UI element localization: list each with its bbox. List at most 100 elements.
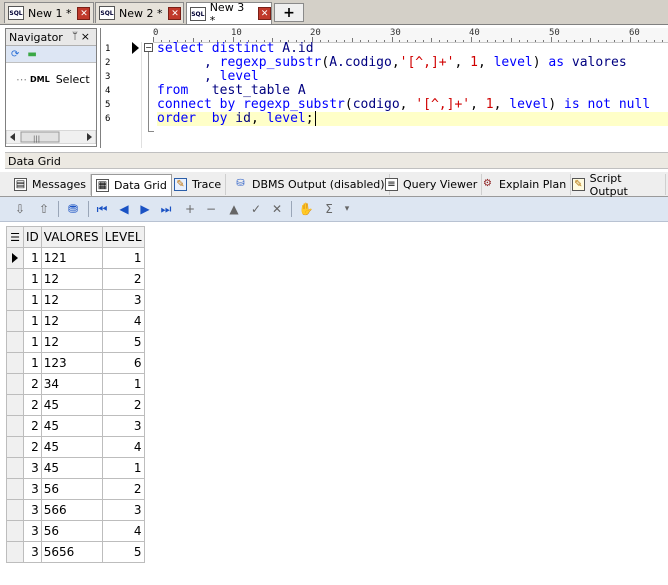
sql-code[interactable]: select distinct A.id , regexp_substr(A.c… [157,42,668,162]
tab-new-2[interactable]: SQL New 2 * ✕ [95,2,184,23]
refresh-icon[interactable]: ⟳ [11,49,19,60]
last-record-icon[interactable]: ⏭ [158,201,174,217]
cell-valores[interactable]: 123 [40,352,103,374]
row-indicator[interactable] [6,436,24,458]
tab-new-3[interactable]: SQL New 3 * ✕ [186,1,272,27]
cell-id[interactable]: 3 [23,478,42,500]
table-row[interactable]: 3 45 1 [6,457,145,479]
table-row[interactable]: 1 121 1 [6,247,145,269]
cell-valores[interactable]: 121 [40,247,103,269]
row-indicator[interactable] [6,520,24,542]
cell-level[interactable]: 1 [101,247,145,269]
cell-level[interactable]: 3 [101,415,145,437]
row-indicator[interactable] [6,415,24,437]
table-row[interactable]: 1 12 4 [6,310,145,332]
next-record-icon[interactable]: ▶ [137,201,153,217]
result-grid[interactable]: ☰ ID VALORES LEVEL 1 121 1 1 12 2 1 12 3 1 12 4 1 12 5… [6,226,145,563]
cell-level[interactable]: 5 [101,331,145,353]
cell-valores[interactable]: 566 [40,499,103,521]
new-tab-button[interactable]: + [274,3,304,22]
tab-messages[interactable]: ▤ Messages [10,174,91,195]
tab-query-viewer[interactable]: ≡ Query Viewer [381,174,483,195]
cell-level[interactable]: 6 [101,352,145,374]
cell-valores[interactable]: 12 [40,310,103,332]
tab-explain-plan[interactable]: ⚙ Explain Plan [477,174,572,195]
table-row[interactable]: 3 566 3 [6,499,145,521]
tab-dbms-output[interactable]: ⛁ DBMS Output (disabled) [230,174,390,195]
row-indicator[interactable] [6,268,24,290]
cell-id[interactable]: 1 [23,268,42,290]
cell-id[interactable]: 2 [23,415,42,437]
cell-valores[interactable]: 56 [40,520,103,542]
row-indicator[interactable] [6,310,24,332]
row-indicator[interactable] [6,373,24,395]
row-indicator[interactable] [6,247,24,269]
close-icon[interactable]: ✕ [168,6,182,20]
cell-id[interactable]: 1 [23,289,42,311]
close-icon[interactable]: ✕ [258,7,272,20]
dropdown-icon[interactable]: ▾ [339,201,355,217]
first-record-icon[interactable]: ⏮ [94,201,110,217]
cell-valores[interactable]: 12 [40,331,103,353]
cell-level[interactable]: 2 [101,268,145,290]
row-indicator[interactable] [6,478,24,500]
table-row[interactable]: 2 45 4 [6,436,145,458]
tab-new-1[interactable]: SQL New 1 * ✕ [4,2,94,23]
cell-valores[interactable]: 5656 [40,541,103,563]
row-indicator[interactable] [6,541,24,563]
cell-level[interactable]: 4 [101,436,145,458]
insert-record-icon[interactable]: + [182,201,198,217]
cell-id[interactable]: 3 [23,541,42,563]
edit-record-icon[interactable]: ▲ [226,201,242,217]
hand-icon[interactable]: ✋ [298,201,314,217]
table-row[interactable]: 2 34 1 [6,373,145,395]
cell-valores[interactable]: 56 [40,478,103,500]
row-indicator[interactable] [6,331,24,353]
table-row[interactable]: 3 5656 5 [6,541,145,563]
close-icon[interactable]: ✕ [77,6,91,20]
cell-id[interactable]: 2 [23,373,42,395]
cell-level[interactable]: 4 [101,310,145,332]
navigator-horizontal-scrollbar[interactable]: ||| [6,130,96,144]
cell-id[interactable]: 1 [23,352,42,374]
cell-level[interactable]: 2 [101,478,145,500]
cell-valores[interactable]: 45 [40,457,103,479]
export-icon[interactable]: ⇧ [36,201,52,217]
data-grid-options-icon[interactable]: ⛃ [65,201,81,217]
column-header-id[interactable]: ID [23,226,42,248]
cell-level[interactable]: 3 [101,499,145,521]
tab-trace[interactable]: ✎ Trace [170,174,227,195]
table-row[interactable]: 3 56 4 [6,520,145,542]
cell-valores[interactable]: 45 [40,436,103,458]
cell-level[interactable]: 1 [101,457,145,479]
cell-id[interactable]: 2 [23,394,42,416]
cancel-edit-icon[interactable]: ✕ [269,201,285,217]
cell-valores[interactable]: 34 [40,373,103,395]
row-indicator[interactable] [6,352,24,374]
pin-icon[interactable]: ᛘ [72,31,78,42]
cell-level[interactable]: 1 [101,373,145,395]
sql-editor[interactable]: 0 10 20 30 40 50 60 1 2 3 4 5 6 − select… [100,28,668,148]
row-indicator[interactable] [6,289,24,311]
post-edit-icon[interactable]: ✓ [248,201,264,217]
cell-valores[interactable]: 12 [40,289,103,311]
cell-id[interactable]: 2 [23,436,42,458]
cell-id[interactable]: 1 [23,331,42,353]
cell-id[interactable]: 1 [23,247,42,269]
cell-level[interactable]: 4 [101,520,145,542]
table-row[interactable]: 1 12 2 [6,268,145,290]
cell-id[interactable]: 3 [23,457,42,479]
table-row[interactable]: 1 12 3 [6,289,145,311]
cell-id[interactable]: 3 [23,499,42,521]
cell-id[interactable]: 3 [23,520,42,542]
column-header-valores[interactable]: VALORES [40,226,103,248]
cell-level[interactable]: 3 [101,289,145,311]
tab-script-output[interactable]: ✎ Script Output [568,172,666,198]
prior-record-icon[interactable]: ◀ [116,201,132,217]
row-indicator[interactable] [6,394,24,416]
cell-valores[interactable]: 45 [40,415,103,437]
column-header-level[interactable]: LEVEL [101,226,145,248]
filter-icon[interactable]: ▬ [27,49,36,60]
navigator-item-select[interactable]: ⋯ DML Select [16,73,90,86]
cell-id[interactable]: 1 [23,310,42,332]
